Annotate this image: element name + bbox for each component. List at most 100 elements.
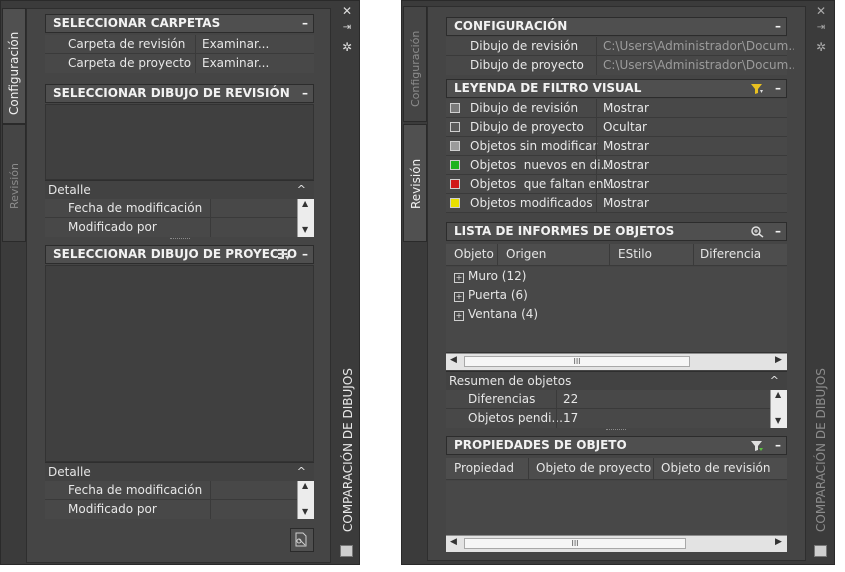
scroll-right-icon[interactable]: ▶ — [775, 537, 782, 547]
auto-hide-icon[interactable]: ⇥ — [340, 22, 354, 36]
splitter-grip[interactable] — [606, 429, 626, 432]
expand-icon[interactable]: + — [454, 292, 464, 302]
scroll-down-icon[interactable]: ▼ — [302, 507, 308, 516]
column-header[interactable]: Diferencia — [694, 244, 787, 266]
legend-row[interactable]: Dibujo de revisión Mostrar — [446, 99, 787, 118]
visibility-dropdown[interactable]: Mostrar — [596, 99, 794, 118]
legend-row[interactable]: Objetos que faltan en... Mostrar — [446, 175, 787, 194]
right-tab-configuracion[interactable]: Configuración — [403, 6, 427, 122]
scroll-right-icon[interactable]: ▶ — [775, 355, 782, 365]
close-icon[interactable]: ✕ — [340, 4, 354, 18]
color-swatch-checkbox[interactable] — [450, 122, 460, 132]
auto-hide-icon[interactable]: ⇥ — [814, 22, 828, 36]
config-header[interactable]: CONFIGURACIÓN – — [446, 17, 787, 36]
path-value[interactable]: C:\Users\Administrador\Docum... — [596, 37, 794, 56]
color-swatch-checkbox[interactable] — [450, 179, 460, 189]
left-tab-configuracion[interactable]: Configuración — [2, 8, 26, 124]
close-icon[interactable]: ✕ — [814, 4, 828, 18]
splitter-grip[interactable] — [170, 238, 190, 241]
vertical-scrollbar[interactable]: ▲ ▼ — [297, 199, 314, 237]
palette-properties-icon[interactable] — [814, 545, 827, 557]
collapse-icon[interactable]: – — [775, 437, 781, 454]
table-row[interactable]: Carpeta de revisión Examinar... — [45, 35, 314, 54]
visibility-dropdown[interactable]: Ocultar — [596, 118, 794, 137]
expand-icon[interactable]: + — [454, 273, 464, 283]
tree-item[interactable]: + Puerta (6) — [454, 286, 528, 304]
vertical-scrollbar[interactable]: ▲ ▼ — [770, 390, 787, 428]
visibility-dropdown[interactable]: Mostrar — [596, 137, 794, 156]
legend-row[interactable]: Dibujo de proyecto Ocultar — [446, 118, 787, 137]
column-header[interactable]: Origen — [498, 244, 610, 266]
palette-properties-icon[interactable] — [340, 545, 353, 557]
select-project-header[interactable]: SELECCIONAR DIBUJO DE PROYECTO – — [45, 245, 314, 264]
collapse-icon[interactable]: – — [302, 15, 308, 32]
collapse-icon[interactable]: – — [775, 223, 781, 240]
scroll-down-icon[interactable]: ▼ — [302, 225, 308, 234]
summary-header[interactable]: Resumen de objetos ^ — [446, 371, 787, 390]
column-header[interactable]: EStilo — [610, 244, 694, 266]
chevron-up-icon[interactable]: ^ — [297, 463, 306, 481]
column-header[interactable]: Objeto de revisión — [654, 458, 787, 480]
collapse-icon[interactable]: – — [302, 85, 308, 102]
compare-drawings-button[interactable] — [290, 528, 314, 552]
chevron-up-icon[interactable]: ^ — [770, 372, 779, 390]
chevron-up-icon[interactable]: ^ — [297, 181, 306, 199]
gear-icon[interactable]: ✲ — [340, 40, 354, 54]
revision-detail-header[interactable]: Detalle ^ — [45, 180, 314, 199]
table-row[interactable]: Dibujo de revisión C:\Users\Administrado… — [446, 37, 794, 56]
scroll-up-icon[interactable]: ▲ — [302, 199, 308, 208]
filter-list-icon[interactable] — [277, 248, 291, 261]
scroll-up-icon[interactable]: ▲ — [302, 481, 308, 490]
visibility-dropdown[interactable]: Mostrar — [596, 194, 794, 213]
collapse-icon[interactable]: – — [775, 80, 781, 97]
revision-drawing-list[interactable] — [45, 104, 314, 180]
path-value[interactable]: C:\Users\Administrador\Docum... — [596, 56, 794, 75]
scroll-thumb[interactable]: III — [464, 356, 690, 367]
browse-button[interactable]: Examinar... — [195, 35, 321, 54]
column-header[interactable]: Objeto — [446, 244, 498, 266]
column-header[interactable]: Propiedad — [446, 458, 529, 480]
right-tab-revision[interactable]: Revisión — [403, 124, 427, 242]
props-header[interactable]: PROPIEDADES DE OBJETO – — [446, 436, 787, 455]
zoom-in-icon[interactable] — [750, 225, 764, 238]
visibility-dropdown[interactable]: Mostrar — [596, 156, 794, 175]
tree-item[interactable]: + Muro (12) — [454, 267, 526, 285]
scroll-down-icon[interactable]: ▼ — [775, 416, 781, 425]
legend-row[interactable]: Objetos sin modificar Mostrar — [446, 137, 787, 156]
table-row[interactable]: Carpeta de proyecto Examinar... — [45, 54, 314, 73]
report-header[interactable]: LISTA DE INFORMES DE OBJETOS – — [446, 222, 787, 241]
horizontal-scrollbar[interactable]: ◀ III ▶ — [446, 353, 787, 370]
color-swatch-checkbox[interactable] — [450, 103, 460, 113]
project-drawing-list[interactable] — [45, 265, 314, 462]
right-tab-configuracion-label: Configuración — [409, 30, 422, 107]
collapse-icon[interactable]: – — [775, 18, 781, 35]
color-filter-icon[interactable] — [750, 82, 764, 95]
column-header[interactable]: Objeto de proyecto — [529, 458, 654, 480]
select-revision-header[interactable]: SELECCIONAR DIBUJO DE REVISIÓN – — [45, 84, 314, 103]
horizontal-scrollbar[interactable]: ◀ III ▶ — [446, 535, 787, 552]
scroll-up-icon[interactable]: ▲ — [775, 390, 781, 399]
color-swatch-checkbox[interactable] — [450, 141, 460, 151]
color-swatch-checkbox[interactable] — [450, 198, 460, 208]
left-tab-revision[interactable]: Revisión — [2, 124, 26, 242]
gear-icon[interactable]: ✲ — [814, 40, 828, 54]
scroll-left-icon[interactable]: ◀ — [450, 537, 457, 547]
filter-icon[interactable] — [750, 439, 764, 452]
color-swatch-checkbox[interactable] — [450, 160, 460, 170]
select-folders-header[interactable]: SELECCIONAR CARPETAS – — [45, 14, 314, 33]
scroll-left-icon[interactable]: ◀ — [450, 355, 457, 365]
project-detail-header[interactable]: Detalle ^ — [45, 462, 314, 481]
browse-button[interactable]: Examinar... — [195, 54, 321, 73]
table-row: Diferencias 22 — [446, 390, 770, 409]
scroll-thumb[interactable]: III — [464, 538, 686, 549]
vertical-scrollbar[interactable]: ▲ ▼ — [297, 481, 314, 519]
table-row[interactable]: Dibujo de proyecto C:\Users\Administrado… — [446, 56, 794, 75]
legend-row[interactable]: Objetos nuevos en di... Mostrar — [446, 156, 787, 175]
select-folders-table: Carpeta de revisión Examinar... Carpeta … — [45, 35, 314, 73]
legend-header[interactable]: LEYENDA DE FILTRO VISUAL – — [446, 79, 787, 98]
visibility-dropdown[interactable]: Mostrar — [596, 175, 794, 194]
collapse-icon[interactable]: – — [302, 246, 308, 263]
tree-item[interactable]: + Ventana (4) — [454, 305, 538, 323]
expand-icon[interactable]: + — [454, 311, 464, 321]
legend-row[interactable]: Objetos modificados Mostrar — [446, 194, 787, 213]
